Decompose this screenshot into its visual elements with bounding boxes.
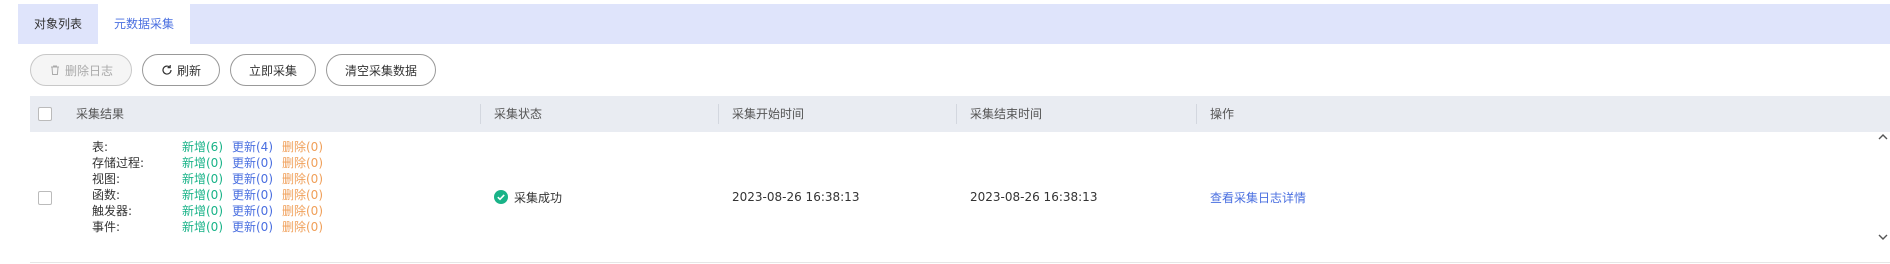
header-start-time: 采集开始时间 (732, 107, 805, 121)
vertical-scrollbar[interactable] (1876, 132, 1890, 264)
table-header: 采集结果 采集状态 采集开始时间 采集结束时间 操作 (30, 96, 1890, 132)
column-divider[interactable] (718, 104, 719, 124)
collect-now-button[interactable]: 立即采集 (230, 54, 317, 86)
scroll-up-icon[interactable] (1878, 132, 1888, 142)
collection-table: 采集结果 采集状态 采集开始时间 采集结束时间 操作 表: 新增(6) 更新(4) 删… (30, 96, 1890, 263)
toolbar: 删除日志 刷新 立即采集 清空采集数据 (30, 54, 437, 88)
result-label: 事件: (92, 220, 121, 234)
column-divider[interactable] (1196, 104, 1197, 124)
refresh-icon (162, 65, 172, 75)
header-action: 操作 (1210, 107, 1235, 121)
header-results: 采集结果 (76, 107, 125, 121)
header-status: 采集状态 (494, 107, 543, 121)
start-time-cell: 2023-08-26 16:38:13 (732, 190, 860, 204)
result-line-event: 事件: 新增(0) 更新(0) 删除(0) (92, 218, 323, 237)
header-end-time: 采集结束时间 (970, 107, 1043, 121)
status-text: 采集成功 (514, 190, 563, 205)
column-divider[interactable] (956, 104, 957, 124)
check-circle-icon (494, 190, 508, 204)
view-log-details-link[interactable]: 查看采集日志详情 (1210, 189, 1306, 206)
column-divider[interactable] (480, 104, 481, 124)
result-add[interactable]: 新增(0) (182, 218, 232, 237)
collect-now-label: 立即采集 (249, 63, 298, 78)
scroll-down-icon[interactable] (1878, 232, 1888, 242)
tab-metadata-collection[interactable]: 元数据采集 (98, 4, 191, 44)
result-delete[interactable]: 删除(0) (282, 218, 323, 237)
status-cell: 采集成功 (494, 132, 562, 262)
action-cell: 查看采集日志详情 (1210, 132, 1306, 262)
table-row: 表: 新增(6) 更新(4) 删除(0) 存储过程: 新增(0) 更新(0) 删除(0) 视… (30, 132, 1890, 263)
refresh-button[interactable]: 刷新 (142, 54, 221, 86)
delete-log-button[interactable]: 删除日志 (30, 54, 133, 86)
clear-data-button[interactable]: 清空采集数据 (326, 54, 437, 86)
status-badge: 采集成功 (494, 189, 562, 206)
trash-icon (51, 65, 59, 75)
row-checkbox[interactable] (38, 191, 52, 205)
delete-log-label: 删除日志 (65, 63, 114, 78)
refresh-label: 刷新 (177, 63, 202, 78)
select-all-checkbox[interactable] (38, 107, 52, 121)
result-update[interactable]: 更新(0) (232, 218, 282, 237)
clear-data-label: 清空采集数据 (345, 63, 418, 78)
end-time-cell: 2023-08-26 16:38:13 (970, 190, 1098, 204)
tab-bar: 对象列表 元数据采集 (18, 4, 1890, 44)
tab-object-list[interactable]: 对象列表 (18, 4, 98, 44)
